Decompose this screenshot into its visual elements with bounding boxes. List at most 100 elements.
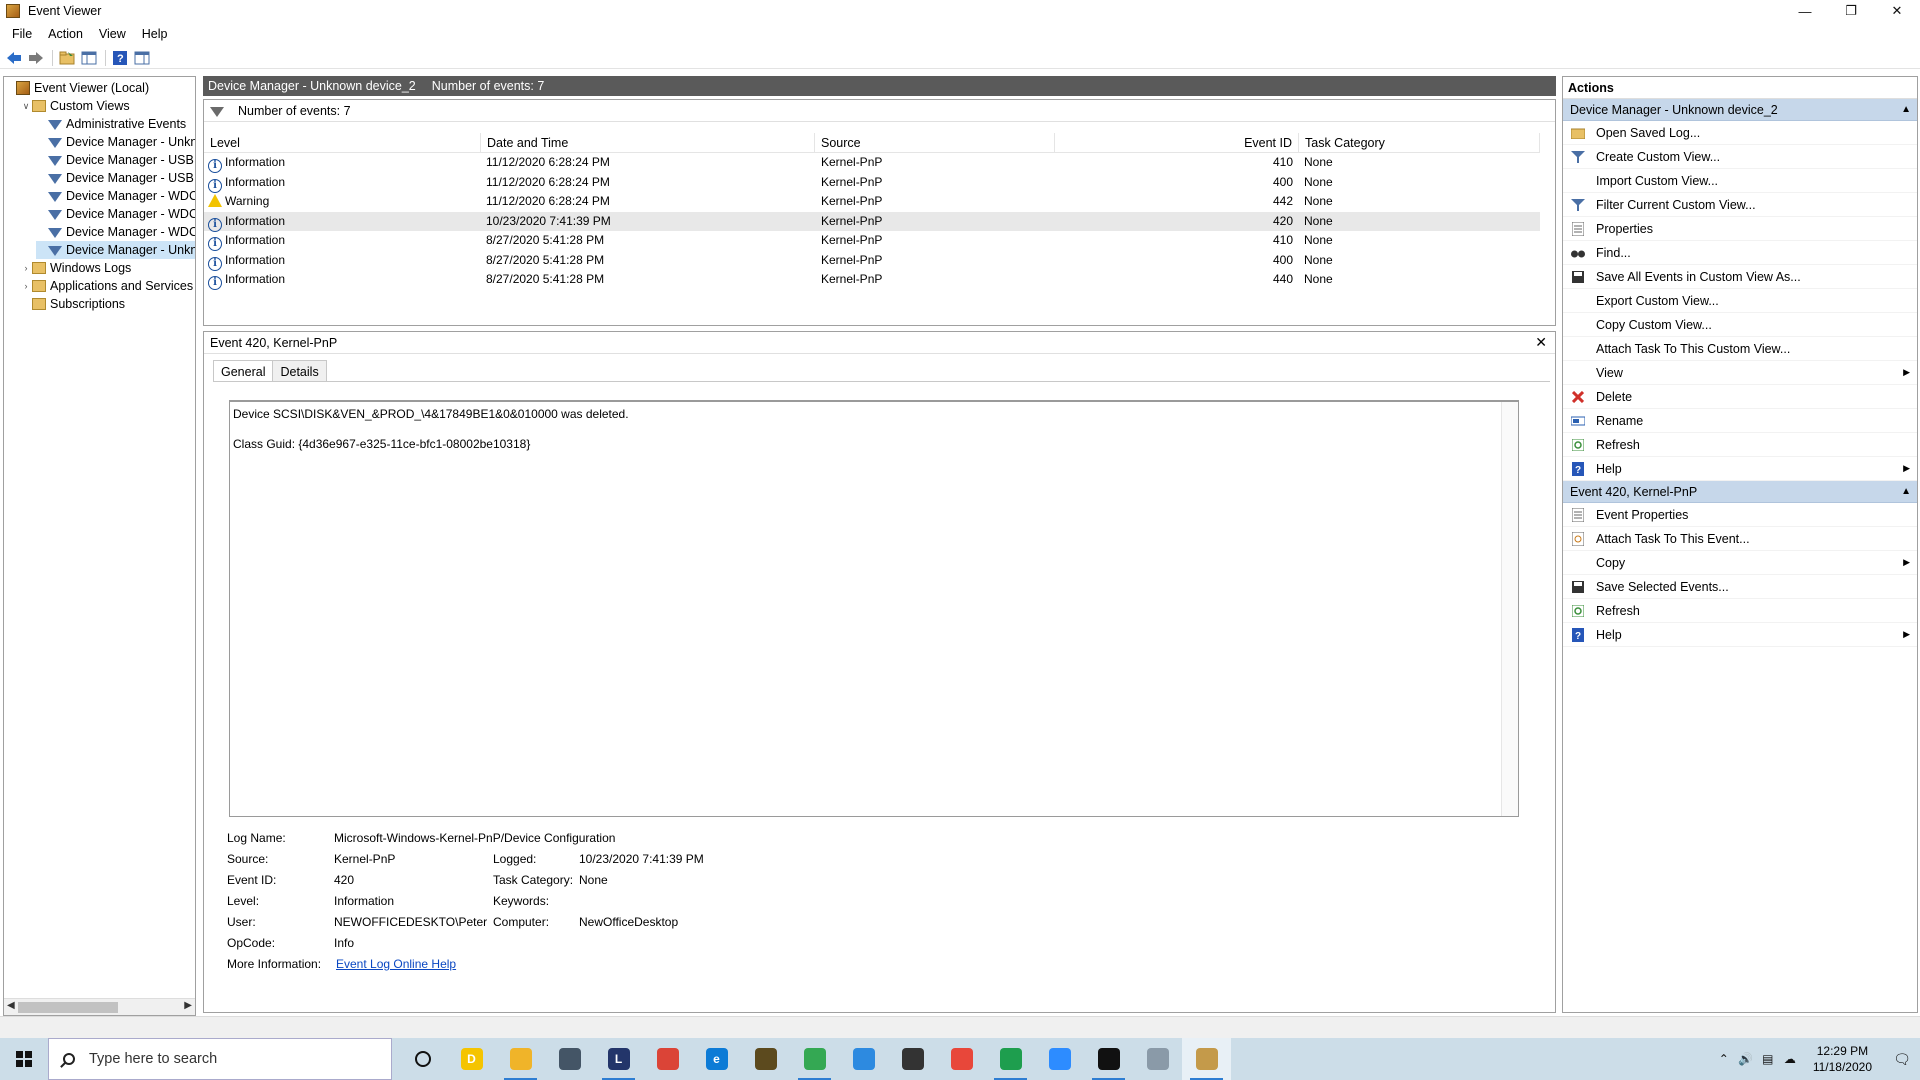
network-icon[interactable]: ▤ [1757, 1052, 1779, 1066]
expand-right-icon[interactable]: › [20, 281, 32, 291]
app-jet-taskbar-button[interactable] [545, 1038, 594, 1080]
show-tree-icon[interactable] [79, 48, 99, 68]
column-event-id[interactable]: Event ID [1055, 133, 1299, 153]
tree-item[interactable]: Device Manager - WDC V [36, 187, 195, 205]
clock[interactable]: 12:29 PM 11/18/2020 [1813, 1043, 1872, 1075]
taskbar-search[interactable]: Type here to search [48, 1038, 392, 1080]
app-l-taskbar-button[interactable]: L [594, 1038, 643, 1080]
action-item[interactable]: Save Selected Events... [1563, 575, 1917, 599]
edge-taskbar-button[interactable]: e [692, 1038, 741, 1080]
action-item[interactable]: Attach Task To This Custom View... [1563, 337, 1917, 361]
back-arrow-icon[interactable] [4, 48, 24, 68]
column-task-category[interactable]: Task Category [1299, 133, 1540, 153]
cloud-icon[interactable]: ☁ [1779, 1052, 1801, 1066]
tree-item[interactable]: Device Manager - WDC V [36, 205, 195, 223]
action-item[interactable]: Copy ▶ [1563, 551, 1917, 575]
expand-down-icon[interactable]: ∨ [20, 101, 32, 112]
forward-arrow-icon[interactable] [26, 48, 46, 68]
close-button[interactable]: ✕ [1874, 0, 1920, 22]
column-source[interactable]: Source [815, 133, 1055, 153]
table-row[interactable]: i Information 11/12/2020 6:28:24 PM Kernel-… [204, 173, 1540, 193]
action-item[interactable]: Attach Task To This Event... [1563, 527, 1917, 551]
actions-section-header[interactable]: Device Manager - Unknown device_2 ▲ [1563, 99, 1917, 121]
start-button[interactable] [0, 1038, 48, 1080]
chrome-profile-taskbar-button[interactable] [790, 1038, 839, 1080]
app-book-taskbar-button[interactable] [741, 1038, 790, 1080]
actions-section-header[interactable]: Event 420, Kernel-PnP ▲ [1563, 481, 1917, 503]
tree-item[interactable]: › Applications and Services Lo [20, 277, 196, 295]
notification-icon[interactable]: 🗨 [1884, 1038, 1920, 1080]
event-log-online-help-link[interactable]: Event Log Online Help [336, 954, 456, 975]
column-date-time[interactable]: Date and Time [481, 133, 815, 153]
cortana-taskbar-button[interactable] [398, 1038, 447, 1080]
tree-item[interactable]: ∨ Custom Views [20, 97, 130, 115]
table-row[interactable]: i Information 10/23/2020 7:41:39 PM Kernel-… [204, 211, 1540, 232]
table-row[interactable]: i Information 8/27/2020 5:41:28 PM Kernel-P… [204, 251, 1540, 271]
table-row[interactable]: i Information 11/12/2020 6:28:24 PM Kernel-… [204, 153, 1540, 173]
chrome-taskbar-button[interactable] [643, 1038, 692, 1080]
action-item[interactable]: Export Custom View... [1563, 289, 1917, 313]
tree-item[interactable]: Event Viewer (Local) [4, 79, 149, 97]
tree-item[interactable]: Device Manager - Unkno [36, 133, 195, 151]
scroll-right-icon[interactable]: ▶ [184, 1000, 192, 1011]
scroll-left-icon[interactable]: ◀ [7, 1000, 15, 1011]
minimize-button[interactable]: — [1782, 0, 1828, 22]
expand-right-icon[interactable]: › [20, 263, 32, 273]
menu-file[interactable]: File [4, 27, 40, 41]
volume-icon[interactable]: 🔊 [1735, 1052, 1757, 1066]
action-item[interactable]: Copy Custom View... [1563, 313, 1917, 337]
action-item[interactable]: Properties [1563, 217, 1917, 241]
tab-details[interactable]: Details [272, 360, 327, 382]
menu-help[interactable]: Help [134, 27, 176, 41]
action-item[interactable]: View ▶ [1563, 361, 1917, 385]
action-item[interactable]: Refresh [1563, 433, 1917, 457]
action-item[interactable]: Create Custom View... [1563, 145, 1917, 169]
store-taskbar-button[interactable] [888, 1038, 937, 1080]
collapse-icon[interactable]: ▲ [1901, 481, 1911, 503]
app-d-taskbar-button[interactable]: D [447, 1038, 496, 1080]
collapse-icon[interactable]: ▲ [1901, 99, 1911, 121]
event-viewer-taskbar-button[interactable] [1182, 1038, 1231, 1080]
tree-item[interactable]: Device Manager - Unkno [36, 241, 195, 259]
tab-general[interactable]: General [213, 360, 274, 382]
tree-item[interactable]: Subscriptions [20, 295, 125, 313]
tree-item[interactable]: › Windows Logs [20, 259, 132, 277]
restore-button[interactable]: ❐ [1828, 0, 1874, 22]
menu-view[interactable]: View [91, 27, 134, 41]
table-row[interactable]: i Information 8/27/2020 5:41:28 PM Kernel-P… [204, 270, 1540, 290]
column-level[interactable]: Level [204, 133, 481, 153]
table-row[interactable]: i Information 8/27/2020 5:41:28 PM Kernel-P… [204, 231, 1540, 251]
tree-item[interactable]: Device Manager - USB M [36, 169, 195, 187]
app-green-taskbar-button[interactable] [986, 1038, 1035, 1080]
chevron-up-icon[interactable]: ⌃ [1713, 1052, 1735, 1066]
action-item[interactable]: Event Properties [1563, 503, 1917, 527]
app-plane-taskbar-button[interactable] [1133, 1038, 1182, 1080]
show-panel-icon[interactable] [132, 48, 152, 68]
action-item[interactable]: Open Saved Log... [1563, 121, 1917, 145]
help-icon[interactable]: ? [110, 48, 130, 68]
close-icon[interactable]: ✕ [1535, 334, 1547, 351]
message-scrollbar[interactable] [1501, 402, 1518, 816]
file-explorer-taskbar-button[interactable] [496, 1038, 545, 1080]
tree-item[interactable]: Administrative Events [36, 115, 186, 133]
terminal-taskbar-button[interactable] [1084, 1038, 1133, 1080]
tree-item[interactable]: Device Manager - WDC V [36, 223, 195, 241]
action-item[interactable]: Rename [1563, 409, 1917, 433]
action-item[interactable]: ? Help ▶ [1563, 623, 1917, 647]
action-item[interactable]: ? Help ▶ [1563, 457, 1917, 481]
action-item[interactable]: Filter Current Custom View... [1563, 193, 1917, 217]
open-folder-icon[interactable] [57, 48, 77, 68]
action-item[interactable]: Refresh [1563, 599, 1917, 623]
tree-horizontal-scrollbar[interactable]: ◀ ▶ [4, 998, 195, 1015]
menu-action[interactable]: Action [40, 27, 91, 41]
scroll-thumb[interactable] [18, 1002, 118, 1013]
table-row[interactable]: Warning 11/12/2020 6:28:24 PM Kernel-PnP 44… [204, 192, 1540, 211]
onedrive-taskbar-button[interactable] [839, 1038, 888, 1080]
app-red-taskbar-button[interactable] [937, 1038, 986, 1080]
tree-item[interactable]: Device Manager - USB M [36, 151, 195, 169]
event-message[interactable]: Device SCSI\DISK&VEN_&PROD_\4&17849BE1&0… [229, 400, 1519, 817]
action-item[interactable]: Delete [1563, 385, 1917, 409]
action-item[interactable]: Find... [1563, 241, 1917, 265]
zoom-taskbar-button[interactable] [1035, 1038, 1084, 1080]
action-item[interactable]: Save All Events in Custom View As... [1563, 265, 1917, 289]
